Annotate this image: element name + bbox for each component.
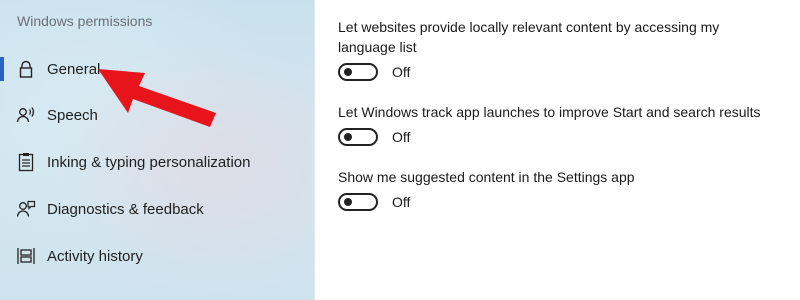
setting-track-app-launches: Let Windows track app launches to improv…: [338, 102, 778, 146]
sidebar-item-speech[interactable]: Speech: [0, 95, 314, 135]
setting-suggested-content: Show me suggested content in the Setting…: [338, 167, 778, 211]
lock-icon: [16, 59, 36, 79]
toggle-knob: [344, 68, 352, 76]
track-app-launches-toggle[interactable]: [338, 128, 378, 146]
toggle-knob: [344, 133, 352, 141]
sidebar-item-label: Activity history: [47, 247, 143, 265]
toggle-state-label: Off: [392, 129, 411, 145]
sidebar-item-diagnostics-feedback[interactable]: Diagnostics & feedback: [0, 189, 314, 229]
setting-description: Show me suggested content in the Setting…: [338, 169, 635, 185]
setting-language-list: Let websites provide locally relevant co…: [338, 17, 778, 81]
language-list-toggle[interactable]: [338, 63, 378, 81]
toggle-state-label: Off: [392, 64, 411, 80]
selection-indicator: [0, 57, 4, 81]
settings-panel: Let websites provide locally relevant co…: [315, 0, 800, 300]
sidebar: Windows permissions General Speech Inkin…: [0, 0, 315, 300]
toggle-state-label: Off: [392, 194, 411, 210]
setting-description: Let websites provide locally relevant co…: [338, 19, 720, 55]
sidebar-item-label: Diagnostics & feedback: [47, 200, 204, 218]
sidebar-item-label: General: [47, 60, 101, 78]
toggle-knob: [344, 198, 352, 206]
feedback-icon: [16, 199, 36, 219]
sidebar-item-general[interactable]: General: [0, 49, 314, 89]
activity-icon: [16, 246, 36, 266]
clipboard-icon: [16, 152, 36, 172]
speech-icon: [16, 105, 36, 125]
suggested-content-toggle[interactable]: [338, 193, 378, 211]
sidebar-item-activity-history[interactable]: Activity history: [0, 236, 314, 276]
sidebar-item-label: Speech: [47, 106, 98, 124]
sidebar-item-label: Inking & typing personalization: [47, 153, 251, 171]
setting-description: Let Windows track app launches to improv…: [338, 104, 761, 120]
sidebar-title: Windows permissions: [17, 13, 153, 29]
sidebar-item-inking-typing[interactable]: Inking & typing personalization: [0, 142, 314, 182]
